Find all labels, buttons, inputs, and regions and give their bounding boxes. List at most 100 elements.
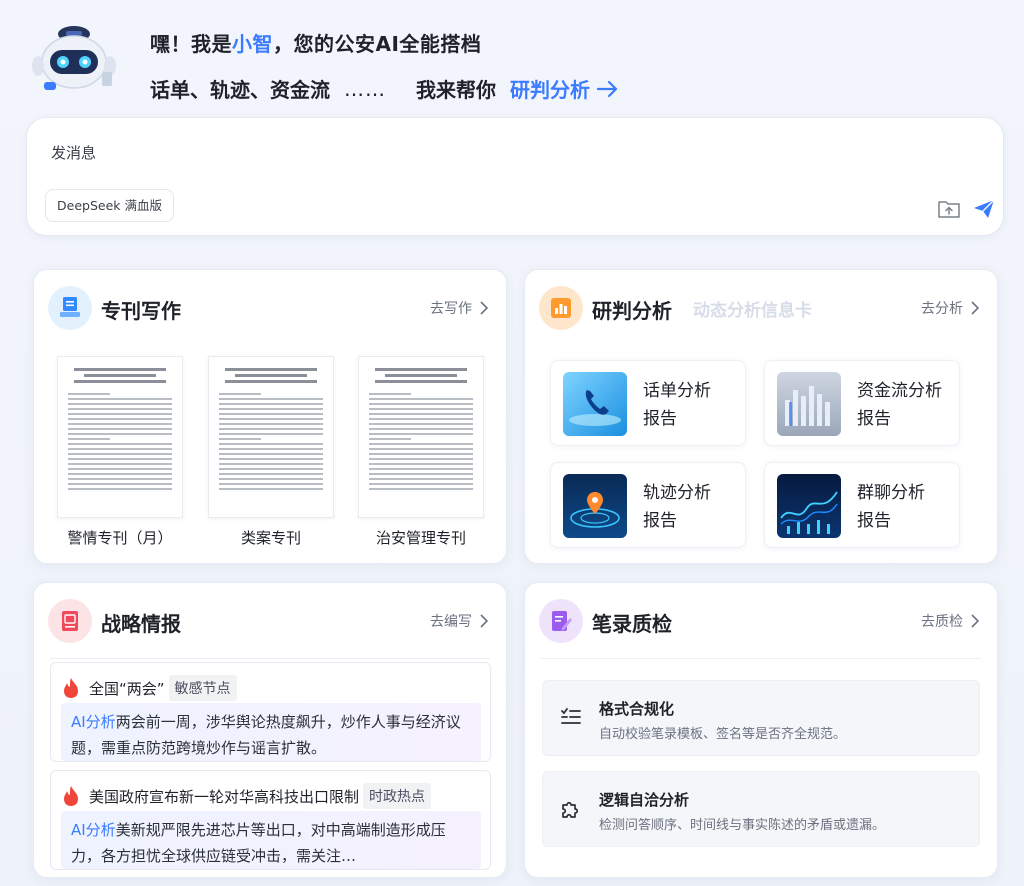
tile-label-line2: 报告 (857, 409, 891, 429)
writing-icon-wrap (48, 286, 92, 330)
phone-icon (563, 372, 627, 436)
intel-title: 战略情报 (101, 612, 181, 636)
intel-item-summary: AI分析两会前一周，涉华舆论热度飙升，炒作人事与经济议题，需重点防范跨境炒作与谣… (61, 703, 481, 761)
intel-more-link[interactable]: 去编写 (430, 611, 488, 631)
tile-label-line2: 报告 (643, 409, 677, 429)
analysis-title: 研判分析 (592, 299, 672, 323)
check-item-title: 格式合规化 (599, 700, 675, 718)
greeting-prefix: 嘿！我是 (150, 32, 232, 56)
doc-label-security[interactable]: 治安管理专刊 (351, 527, 491, 548)
greeting-suffix: ，您的公安AI全能搭档 (273, 32, 482, 56)
check-item-format[interactable]: 格式合规化 自动校验笔录模板、签名等是否齐全规范。 (542, 680, 980, 756)
analysis-card: 动态分析信息卡 研判分析 去分析 话单分析 报告 资金流分析 报告 轨迹分析 报… (524, 269, 998, 564)
tile-fund-flow-analysis[interactable]: 资金流分析 报告 (764, 360, 960, 446)
intel-more-label: 去编写 (430, 614, 472, 630)
data-wave-icon (777, 474, 841, 538)
tile-label: 资金流分析 报告 (857, 377, 957, 433)
intel-item-head: 美国政府宣布新一轮对华高科技出口限制 时政热点 (61, 783, 432, 809)
analysis-bg-text: 动态分析信息卡 (693, 301, 812, 321)
writing-title: 专刊写作 (101, 299, 181, 323)
ai-analysis-label: AI分析 (71, 713, 116, 731)
hero-ellipsis: …… (344, 76, 386, 101)
writing-more-link[interactable]: 去写作 (430, 298, 488, 318)
analysis-more-label: 去分析 (921, 301, 963, 317)
flame-icon (64, 678, 78, 698)
chevron-right-icon (971, 614, 979, 628)
doc-thumbnail-case[interactable] (208, 356, 334, 518)
hero-banner: 嘿！我是小智，您的公安AI全能搭档 话单、轨迹、资金流 …… 我来帮你 研判分析 (0, 0, 1024, 116)
intel-item-title: 全国“两会” (89, 679, 165, 698)
tile-label: 群聊分析 报告 (857, 479, 957, 535)
map-location-icon (563, 474, 627, 538)
chevron-right-icon (480, 301, 488, 315)
intel-icon-wrap (48, 599, 92, 643)
bar-graph-icon (777, 372, 841, 436)
book-icon (62, 611, 78, 631)
check-item-desc: 检测问答顺序、时间线与事实陈述的矛盾或遗漏。 (599, 818, 886, 833)
tile-label-line1: 群聊分析 (857, 483, 925, 503)
tile-label-line1: 话单分析 (643, 381, 711, 401)
upload-folder-icon[interactable] (937, 197, 961, 221)
send-icon[interactable] (972, 197, 996, 221)
robot-mascot-icon (32, 26, 116, 90)
check-more-link[interactable]: 去质检 (921, 611, 979, 631)
check-card-header: 笔录质检 去质检 (525, 583, 997, 659)
doc-thumbnail-monthly[interactable] (57, 356, 183, 518)
doc-label-monthly[interactable]: 警情专刊（月） (50, 527, 190, 548)
hero-subline: 话单、轨迹、资金流 …… 我来帮你 研判分析 (150, 74, 620, 103)
check-title: 笔录质检 (592, 612, 672, 636)
check-item-desc: 自动校验笔录模板、签名等是否齐全规范。 (599, 727, 847, 742)
check-card: 笔录质检 去质检 格式合规化 自动校验笔录模板、签名等是否齐全规范。 逻辑自洽分… (524, 582, 998, 878)
intel-item-summary: AI分析美新规严限先进芯片等出口，对中高端制造形成压力，各方担忧全球供应链受冲击… (61, 811, 481, 869)
intel-item[interactable]: 美国政府宣布新一轮对华高科技出口限制 时政热点 AI分析美新规严限先进芯片等出口… (50, 770, 491, 870)
tile-label-line1: 轨迹分析 (643, 483, 711, 503)
arrow-right-icon (596, 80, 618, 97)
pen-note-icon (552, 611, 572, 631)
doc-thumbnail-security[interactable] (358, 356, 484, 518)
hero-topics: 话单、轨迹、资金流 (150, 78, 330, 102)
tile-label: 轨迹分析 报告 (643, 479, 743, 535)
writing-card-header: 专刊写作 去写作 (34, 270, 506, 346)
intel-item-title: 美国政府宣布新一轮对华高科技出口限制 (89, 787, 360, 806)
analysis-link[interactable]: 研判分析 (510, 74, 620, 103)
assistant-name: 小智 (232, 32, 273, 56)
model-selector[interactable]: DeepSeek 满血版 (45, 189, 174, 222)
check-item-title: 逻辑自洽分析 (599, 791, 690, 809)
message-input[interactable] (51, 144, 901, 162)
chevron-right-icon (971, 301, 979, 315)
puzzle-icon (562, 801, 579, 818)
tile-label-line2: 报告 (857, 511, 891, 531)
hero-help-text: 我来帮你 (416, 78, 496, 102)
ai-analysis-label: AI分析 (71, 821, 116, 839)
document-laptop-icon (60, 297, 80, 317)
intel-item-head: 全国“两会” 敏感节点 (61, 675, 237, 701)
intel-item-body: 美新规严限先进芯片等出口，对中高端制造形成压力，各方担忧全球供应链受冲击，需关注… (71, 821, 446, 865)
hero-greeting: 嘿！我是小智，您的公安AI全能搭档 (150, 28, 481, 57)
intel-item-tag: 敏感节点 (168, 675, 237, 701)
doc-label-case[interactable]: 类案专刊 (201, 527, 341, 548)
intel-divider (50, 658, 490, 659)
tile-label-line1: 资金流分析 (857, 381, 942, 401)
intel-card: 战略情报 去编写 全国“两会” 敏感节点 AI分析两会前一周，涉华舆论热度飙升，… (33, 582, 507, 878)
checklist-icon (561, 708, 581, 724)
intel-item[interactable]: 全国“两会” 敏感节点 AI分析两会前一周，涉华舆论热度飙升，炒作人事与经济议题… (50, 662, 491, 762)
check-icon-wrap (539, 599, 583, 643)
intel-item-tag: 时政热点 (363, 783, 432, 809)
tile-label-line2: 报告 (643, 511, 677, 531)
analysis-more-link[interactable]: 去分析 (921, 298, 979, 318)
analysis-link-label: 研判分析 (510, 78, 590, 102)
analysis-card-header: 动态分析信息卡 研判分析 去分析 (525, 270, 997, 346)
bar-chart-icon (551, 298, 571, 318)
writing-card: 专刊写作 去写作 警情专刊（月） 类案专刊 治安管理专刊 (33, 269, 507, 564)
tile-group-chat-analysis[interactable]: 群聊分析 报告 (764, 462, 960, 548)
check-divider (541, 658, 981, 659)
check-more-label: 去质检 (921, 614, 963, 630)
tile-label: 话单分析 报告 (643, 377, 743, 433)
chevron-right-icon (480, 614, 488, 628)
check-item-logic[interactable]: 逻辑自洽分析 检测问答顺序、时间线与事实陈述的矛盾或遗漏。 (542, 771, 980, 847)
writing-more-label: 去写作 (430, 301, 472, 317)
intel-item-body: 两会前一周，涉华舆论热度飙升，炒作人事与经济议题，需重点防范跨境炒作与谣言扩散。 (71, 713, 461, 757)
tile-trajectory-analysis[interactable]: 轨迹分析 报告 (550, 462, 746, 548)
flame-icon (64, 786, 78, 806)
tile-call-record-analysis[interactable]: 话单分析 报告 (550, 360, 746, 446)
